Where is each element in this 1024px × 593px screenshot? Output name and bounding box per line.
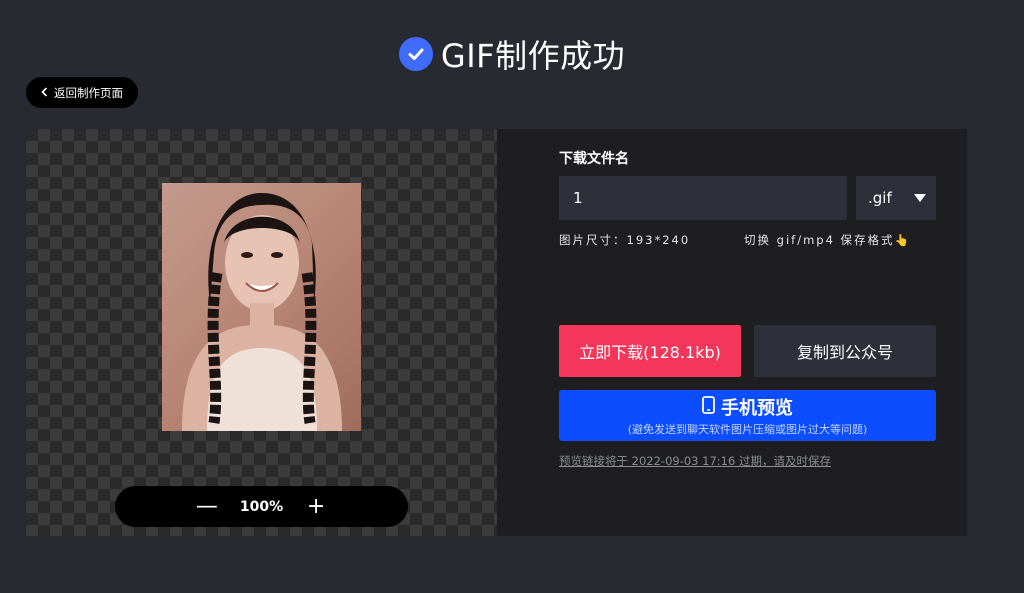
zoom-control: — 100% + — [115, 486, 408, 527]
page-title: GIF制作成功 — [440, 37, 626, 75]
mobile-preview-label: 手机预览 — [721, 398, 793, 419]
back-to-editor-button[interactable]: 返回制作页面 — [26, 77, 138, 108]
image-size-text: 图片尺寸：193*240 — [559, 233, 691, 247]
zoom-level: 100% — [239, 498, 284, 515]
pointing-hand-icon: 👆 — [894, 233, 909, 247]
download-now-button[interactable]: 立即下载(128.1kb) — [559, 325, 741, 377]
page-header: GIF制作成功 — [0, 32, 1024, 76]
zoom-in-button[interactable]: + — [305, 495, 327, 518]
result-panel: — 100% + 下载文件名 .gif 图片尺寸：193*240 切换 gif/… — [26, 129, 967, 536]
mobile-preview-button[interactable]: 手机预览 (避免发送到聊天软件图片压缩或图片过大等问题) — [559, 390, 936, 441]
gif-preview-image — [162, 183, 361, 431]
switch-format-label: 切换 gif/mp4 保存格式 — [744, 233, 895, 247]
download-options: 下载文件名 .gif 图片尺寸：193*240 切换 gif/mp4 保存格式👆… — [559, 129, 939, 536]
format-select[interactable]: .gif — [856, 176, 936, 220]
info-row: 图片尺寸：193*240 切换 gif/mp4 保存格式👆 — [559, 232, 939, 248]
check-circle-icon — [398, 37, 433, 71]
format-select-value: .gif — [868, 189, 892, 207]
switch-format-link[interactable]: 切换 gif/mp4 保存格式👆 — [744, 232, 909, 248]
phone-icon — [702, 395, 715, 419]
zoom-out-button[interactable]: — — [196, 495, 218, 518]
mobile-preview-subtext: (避免发送到聊天软件图片压缩或图片过大等问题) — [627, 423, 868, 436]
filename-input[interactable] — [559, 176, 847, 220]
copy-to-official-account-button[interactable]: 复制到公众号 — [754, 325, 936, 377]
back-button-label: 返回制作页面 — [54, 85, 123, 100]
gif-preview-area: — 100% + — [26, 129, 497, 536]
chevron-left-icon — [41, 86, 48, 100]
filename-label: 下载文件名 — [559, 151, 629, 167]
expire-notice: 预览链接将于 2022-09-03 17:16 过期，请及时保存 — [559, 454, 831, 468]
caret-down-icon — [914, 194, 926, 202]
